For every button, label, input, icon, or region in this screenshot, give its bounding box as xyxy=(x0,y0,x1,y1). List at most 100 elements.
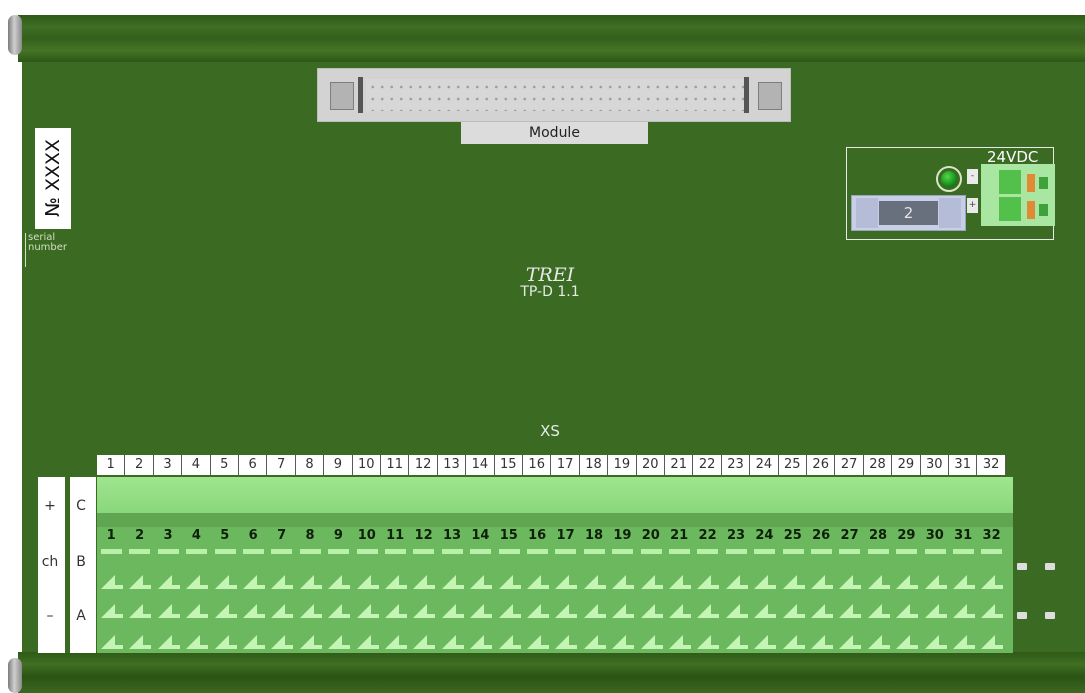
terminal-screw-2-28[interactable] xyxy=(867,604,890,618)
terminal-screw-2-17[interactable] xyxy=(555,604,578,618)
terminal-screw-1-18[interactable] xyxy=(583,575,606,589)
terminal-screw-1-16[interactable] xyxy=(527,575,549,589)
terminal-screw-3-11[interactable] xyxy=(385,635,407,649)
terminal-screw-1-11[interactable] xyxy=(385,575,407,589)
terminal-screw-3-15[interactable] xyxy=(498,635,521,649)
terminal-screw-2-13[interactable] xyxy=(441,604,464,618)
terminal-screw-2-5[interactable] xyxy=(214,604,237,618)
terminal-screw-1-4[interactable] xyxy=(186,575,209,589)
terminal-screw-3-13[interactable] xyxy=(441,635,464,649)
terminal-screw-1-2[interactable] xyxy=(129,575,152,589)
terminal-screw-1-29[interactable] xyxy=(896,575,919,589)
terminal-screw-3-18[interactable] xyxy=(583,635,606,649)
terminal-screw-2-23[interactable] xyxy=(725,604,748,618)
terminal-screw-1-28[interactable] xyxy=(867,575,890,589)
terminal-screw-3-24[interactable] xyxy=(754,635,777,649)
terminal-screw-2-11[interactable] xyxy=(385,604,407,618)
terminal-screw-3-32[interactable] xyxy=(981,635,1004,649)
terminal-screw-2-15[interactable] xyxy=(498,604,521,618)
terminal-screw-3-23[interactable] xyxy=(725,635,748,649)
terminal-screw-3-19[interactable] xyxy=(612,635,635,649)
terminal-screw-3-26[interactable] xyxy=(811,635,833,649)
terminal-screw-2-8[interactable] xyxy=(299,604,322,618)
terminal-screw-2-19[interactable] xyxy=(612,604,635,618)
terminal-screw-1-27[interactable] xyxy=(839,575,862,589)
terminal-screw-3-30[interactable] xyxy=(924,635,947,649)
terminal-screw-1-7[interactable] xyxy=(271,575,294,589)
terminal-screw-1-6[interactable] xyxy=(243,575,265,589)
terminal-screw-2-10[interactable] xyxy=(356,604,379,618)
terminal-screw-1-5[interactable] xyxy=(214,575,237,589)
fuse-holder[interactable]: 2 xyxy=(851,195,966,231)
terminal-screw-2-31[interactable] xyxy=(953,604,975,618)
terminal-screw-2-4[interactable] xyxy=(186,604,209,618)
terminal-screw-3-12[interactable] xyxy=(413,635,436,649)
module-connector[interactable] xyxy=(317,68,791,122)
terminal-screw-3-6[interactable] xyxy=(243,635,265,649)
terminal-screw-1-24[interactable] xyxy=(754,575,777,589)
terminal-screw-3-3[interactable] xyxy=(157,635,180,649)
terminal-screw-3-9[interactable] xyxy=(328,635,351,649)
terminal-screw-2-21[interactable] xyxy=(669,604,691,618)
terminal-dash-2 xyxy=(129,549,151,554)
terminal-screw-1-25[interactable] xyxy=(782,575,805,589)
terminal-screw-1-30[interactable] xyxy=(924,575,947,589)
terminal-screw-3-5[interactable] xyxy=(214,635,237,649)
terminal-screw-2-16[interactable] xyxy=(527,604,549,618)
terminal-screw-3-17[interactable] xyxy=(555,635,578,649)
terminal-screw-1-14[interactable] xyxy=(470,575,493,589)
terminal-screw-2-6[interactable] xyxy=(243,604,265,618)
terminal-screw-1-12[interactable] xyxy=(413,575,436,589)
terminal-screw-2-25[interactable] xyxy=(782,604,805,618)
terminal-screw-3-2[interactable] xyxy=(129,635,152,649)
terminal-screw-3-10[interactable] xyxy=(356,635,379,649)
terminal-screw-1-10[interactable] xyxy=(356,575,379,589)
terminal-screw-1-22[interactable] xyxy=(697,575,720,589)
terminal-screw-2-9[interactable] xyxy=(328,604,351,618)
terminal-screw-1-19[interactable] xyxy=(612,575,635,589)
terminal-screw-1-15[interactable] xyxy=(498,575,521,589)
terminal-screw-3-22[interactable] xyxy=(697,635,720,649)
power-terminal[interactable] xyxy=(981,164,1055,226)
terminal-screw-2-27[interactable] xyxy=(839,604,862,618)
terminal-screw-1-20[interactable] xyxy=(640,575,663,589)
terminal-screw-3-29[interactable] xyxy=(896,635,919,649)
terminal-screw-3-7[interactable] xyxy=(271,635,294,649)
terminal-screw-1-13[interactable] xyxy=(441,575,464,589)
terminal-screw-2-12[interactable] xyxy=(413,604,436,618)
terminal-screw-3-27[interactable] xyxy=(839,635,862,649)
terminal-screw-3-1[interactable] xyxy=(101,635,123,649)
terminal-screw-1-17[interactable] xyxy=(555,575,578,589)
terminal-screw-2-26[interactable] xyxy=(811,604,833,618)
terminal-screw-3-25[interactable] xyxy=(782,635,805,649)
terminal-screw-2-32[interactable] xyxy=(981,604,1004,618)
terminal-screw-2-7[interactable] xyxy=(271,604,294,618)
terminal-screw-3-14[interactable] xyxy=(470,635,493,649)
terminal-screw-1-3[interactable] xyxy=(157,575,180,589)
terminal-screw-2-3[interactable] xyxy=(157,604,180,618)
terminal-screw-3-8[interactable] xyxy=(299,635,322,649)
terminal-screw-1-8[interactable] xyxy=(299,575,322,589)
terminal-screw-1-23[interactable] xyxy=(725,575,748,589)
terminal-screw-2-18[interactable] xyxy=(583,604,606,618)
terminal-screw-3-16[interactable] xyxy=(527,635,549,649)
terminal-screw-3-28[interactable] xyxy=(867,635,890,649)
terminal-screw-1-26[interactable] xyxy=(811,575,833,589)
terminal-screw-2-20[interactable] xyxy=(640,604,663,618)
terminal-screw-1-32[interactable] xyxy=(981,575,1004,589)
terminal-screw-1-1[interactable] xyxy=(101,575,123,589)
terminal-screw-2-30[interactable] xyxy=(924,604,947,618)
terminal-screw-2-14[interactable] xyxy=(470,604,493,618)
terminal-screw-3-31[interactable] xyxy=(953,635,975,649)
terminal-screw-3-21[interactable] xyxy=(669,635,691,649)
terminal-screw-3-20[interactable] xyxy=(640,635,663,649)
terminal-screw-2-2[interactable] xyxy=(129,604,152,618)
terminal-screw-2-1[interactable] xyxy=(101,604,123,618)
terminal-screw-3-4[interactable] xyxy=(186,635,209,649)
terminal-screw-2-29[interactable] xyxy=(896,604,919,618)
terminal-screw-1-21[interactable] xyxy=(669,575,691,589)
terminal-screw-2-24[interactable] xyxy=(754,604,777,618)
terminal-screw-1-9[interactable] xyxy=(328,575,351,589)
terminal-screw-2-22[interactable] xyxy=(697,604,720,618)
terminal-screw-1-31[interactable] xyxy=(953,575,975,589)
